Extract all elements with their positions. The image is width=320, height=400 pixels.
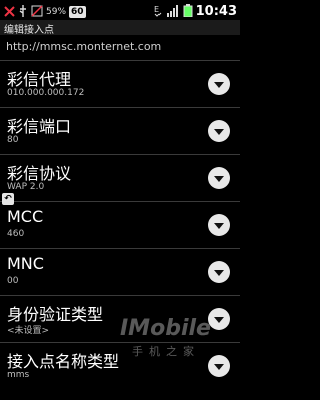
row-title: 彩信端口 — [7, 117, 72, 136]
no-sim-icon — [31, 2, 43, 21]
watermark-sub: 手机之家 — [132, 345, 200, 358]
chevron-down-icon[interactable] — [208, 214, 230, 236]
missed-call-icon — [4, 2, 15, 21]
usb-icon — [18, 2, 28, 21]
row-value: <未设置> — [7, 326, 50, 336]
battery-icon — [183, 2, 193, 21]
page-title: 编辑接入点 — [4, 25, 54, 36]
status-left: 59% 60 — [4, 2, 86, 21]
chevron-down-icon[interactable] — [208, 73, 230, 95]
svg-text:E: E — [154, 5, 159, 14]
setting-row-mnc[interactable]: MNC 00 — [0, 251, 240, 295]
setting-row-mms-protocol[interactable]: 彩信协议 WAP 2.0 — [0, 157, 240, 201]
status-bar: 59% 60 E 10:43 — [0, 0, 240, 21]
divider — [0, 201, 240, 202]
row-title: 身份验证类型 — [7, 305, 104, 324]
row-value: mms — [7, 370, 30, 380]
divider — [0, 154, 240, 155]
divider — [0, 295, 240, 296]
watermark: IMobile 手机之家 — [92, 316, 242, 364]
clock: 10:43 — [195, 4, 237, 19]
row-value: WAP 2.0 — [7, 182, 45, 192]
row-title: 彩信代理 — [7, 70, 72, 89]
row-title: MCC — [7, 207, 44, 226]
notification-badge: 60 — [69, 5, 86, 18]
row-title: MNC — [7, 254, 44, 273]
setting-row-mms-proxy[interactable]: 彩信代理 010.000.000.172 — [0, 63, 240, 107]
signal-icon — [166, 2, 180, 21]
row-value: 010.000.000.172 — [7, 88, 85, 98]
chevron-down-icon[interactable] — [208, 167, 230, 189]
data-icon: E — [153, 2, 163, 21]
divider — [0, 248, 240, 249]
row-title: 彩信协议 — [7, 164, 72, 183]
back-arrow-icon[interactable]: ↶ — [2, 193, 14, 205]
setting-row-mcc[interactable]: MCC 460 — [0, 204, 240, 248]
divider — [0, 107, 240, 108]
partial-value: http://mmsc.monternet.com — [6, 40, 162, 53]
watermark-logo: IMobile — [120, 316, 211, 341]
setting-row-mms-port[interactable]: 彩信端口 80 — [0, 110, 240, 154]
row-value: 80 — [7, 135, 19, 145]
chevron-down-icon[interactable] — [208, 120, 230, 142]
battery-percent: 59% — [46, 6, 67, 17]
status-right: E 10:43 — [153, 2, 237, 21]
chevron-down-icon[interactable] — [208, 261, 230, 283]
row-value: 460 — [7, 229, 25, 239]
title-bar: 编辑接入点 — [0, 20, 240, 36]
divider — [0, 60, 240, 61]
row-value: 00 — [7, 276, 19, 286]
